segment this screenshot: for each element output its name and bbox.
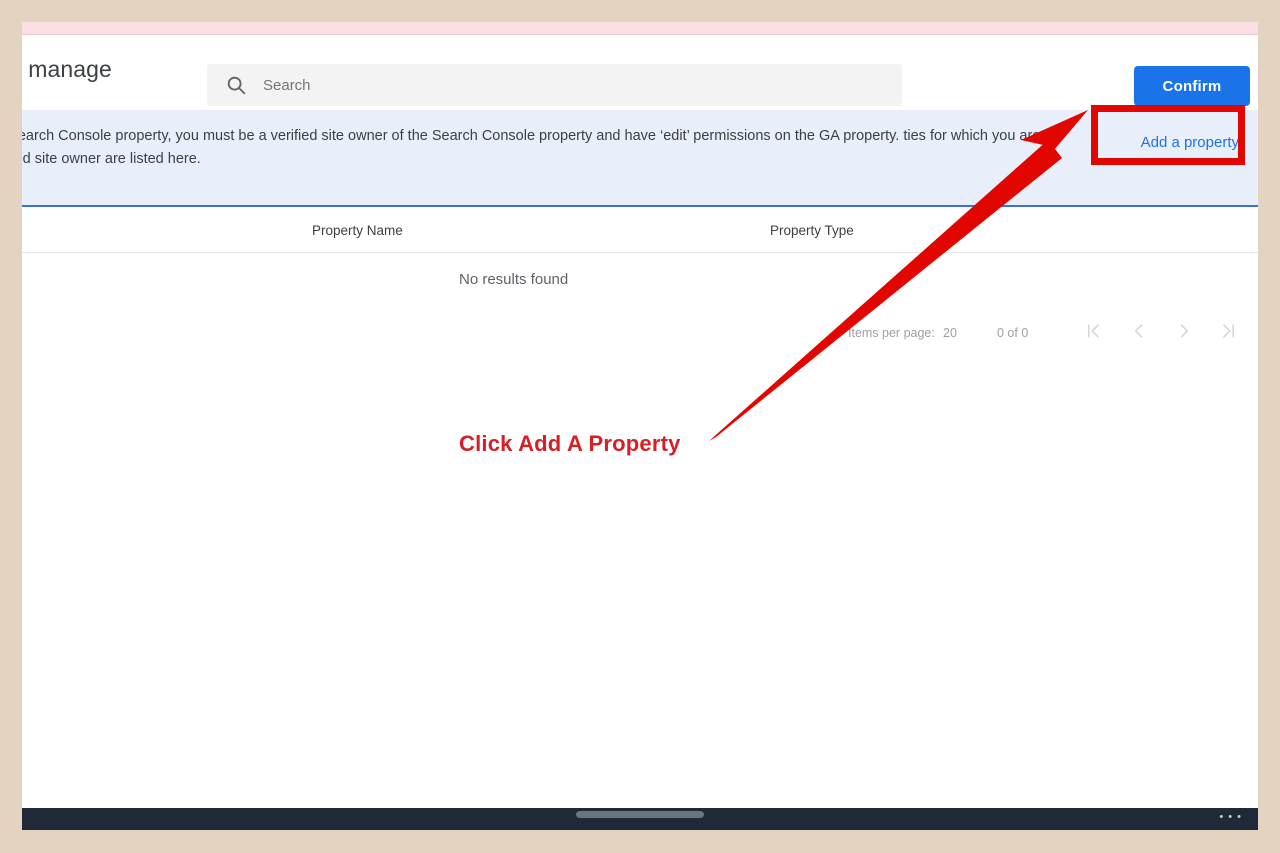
add-a-property-link[interactable]: Add a property [1141,134,1239,151]
home-indicator[interactable] [576,811,704,818]
last-page-button[interactable] [1214,316,1244,346]
last-page-icon [1214,321,1244,341]
chevron-left-icon [1124,321,1154,341]
first-page-button[interactable] [1078,316,1108,346]
dialog-header: erty I manage Confirm [22,36,1258,110]
info-banner: o a Search Console property, you must be… [22,110,1258,207]
first-page-icon [1078,321,1108,341]
table-empty-state: No results found [22,253,1258,315]
column-header-property-name: Property Name [312,223,403,238]
status-strip [22,22,1258,35]
no-results-message: No results found [459,271,569,288]
outer-frame: erty I manage Confirm o a Search Console… [0,0,1280,853]
page-range-label: 0 of 0 [997,326,1029,340]
confirm-button[interactable]: Confirm [1134,66,1250,106]
page-title: erty I manage [22,56,112,82]
next-page-button[interactable] [1169,316,1199,346]
table-header-row: Property Name Property Type [22,209,1258,253]
search-field[interactable] [207,64,902,106]
chevron-right-icon [1169,321,1199,341]
column-header-property-type: Property Type [770,223,854,238]
system-navigation-bar: • • • [22,808,1258,830]
previous-page-button[interactable] [1124,316,1154,346]
items-per-page-select[interactable]: 20 [943,326,957,340]
paginator: Items per page: 20 0 of 0 [22,310,1258,358]
nav-overflow-dots: • • • [1219,811,1242,823]
device-screen: erty I manage Confirm o a Search Console… [22,22,1258,830]
search-icon [207,74,247,96]
info-banner-text: o a Search Console property, you must be… [22,128,1053,167]
items-per-page-label: Items per page: [848,326,935,340]
search-input[interactable] [261,72,825,98]
